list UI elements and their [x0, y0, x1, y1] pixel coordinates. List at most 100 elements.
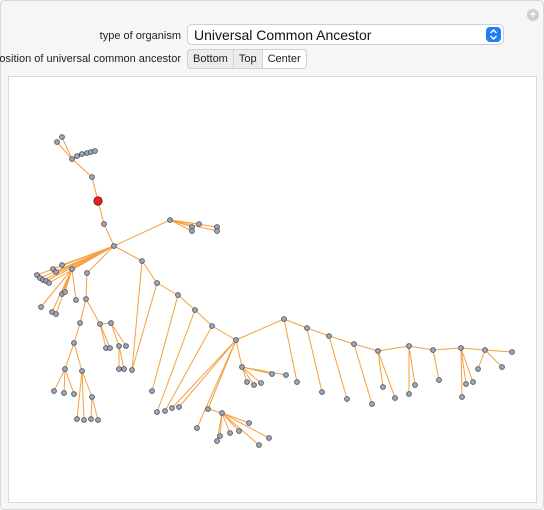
- tree-node: [251, 382, 257, 388]
- tree-edge: [194, 309, 213, 327]
- tree-node: [61, 390, 67, 396]
- tree-edge: [61, 136, 73, 160]
- tree-node: [269, 371, 275, 377]
- tree-node: [459, 394, 465, 400]
- organism-select-value: Universal Common Ancestor: [194, 27, 372, 43]
- tree-node: [281, 316, 287, 322]
- position-center-button[interactable]: Center: [262, 50, 306, 68]
- tree-node: [192, 307, 198, 313]
- tree-edge: [85, 298, 101, 325]
- tree-edge: [353, 343, 379, 352]
- tree-node: [214, 228, 220, 234]
- tree-edge: [306, 327, 330, 337]
- plus-icon[interactable]: +: [527, 9, 539, 21]
- tree-edge: [306, 327, 323, 393]
- tree-node: [74, 416, 80, 422]
- tree-node: [258, 380, 264, 386]
- tree-node: [154, 409, 160, 415]
- tree-node: [121, 366, 127, 372]
- tree-node: [319, 389, 325, 395]
- tree-node: [189, 228, 195, 234]
- tree-node: [351, 341, 357, 347]
- tree-node: [209, 323, 215, 329]
- tree-edge: [79, 298, 87, 324]
- tree-node: [123, 343, 129, 349]
- tree-node: [463, 381, 469, 387]
- tree-node: [509, 349, 515, 355]
- manipulate-panel: + type of organism Universal Common Ance…: [0, 0, 544, 510]
- tree-node: [73, 297, 79, 303]
- tree-edge: [484, 349, 503, 368]
- tree-edge: [156, 282, 179, 296]
- tree-node: [97, 321, 103, 327]
- tree-node: [266, 435, 272, 441]
- tree-node: [482, 347, 488, 353]
- organism-select[interactable]: Universal Common Ancestor: [187, 24, 504, 45]
- tree-node: [194, 425, 200, 431]
- tree-node: [69, 266, 75, 272]
- position-setter-bar: Bottom Top Center: [187, 49, 307, 69]
- tree-node: [176, 404, 182, 410]
- tree-edge: [118, 345, 125, 370]
- tree-edge: [460, 347, 474, 383]
- tree-node: [62, 366, 68, 372]
- tree-node: [214, 438, 220, 444]
- position-bottom-button[interactable]: Bottom: [188, 50, 234, 68]
- tree-edge: [110, 322, 127, 347]
- tree-edge: [477, 349, 486, 370]
- tree-edge: [178, 339, 237, 408]
- tree-node: [77, 320, 83, 326]
- tree-edge: [64, 368, 75, 395]
- tree-node: [89, 394, 95, 400]
- tree-edge: [103, 223, 115, 247]
- tree-node: [59, 262, 65, 268]
- tree-node: [84, 270, 90, 276]
- tree-edge: [64, 342, 75, 370]
- tree-node: [430, 347, 436, 353]
- tree-node: [79, 151, 85, 157]
- tree-node: [71, 340, 77, 346]
- tree-node: [92, 148, 98, 154]
- tree-edge: [207, 339, 237, 410]
- tree-node: [475, 366, 481, 372]
- phylogenetic-tree-graph: [34, 134, 515, 448]
- tree-node: [239, 364, 245, 370]
- tree-node: [175, 292, 181, 298]
- tree-node: [53, 269, 59, 275]
- tree-node: [412, 382, 418, 388]
- tree-edge: [76, 370, 83, 420]
- tree-edge: [113, 245, 143, 262]
- tree-node: [233, 337, 239, 343]
- tree-node: [69, 156, 75, 162]
- tree-node: [108, 320, 114, 326]
- tree-node: [116, 366, 122, 372]
- tree-edge: [71, 158, 93, 178]
- tree-edge: [73, 342, 83, 372]
- tree-node: [304, 325, 310, 331]
- tree-edge: [460, 347, 486, 351]
- tree-edge: [56, 141, 73, 160]
- tree-node: [256, 442, 262, 448]
- tree-node: [81, 417, 87, 423]
- tree-edge: [61, 245, 115, 266]
- tree-edge: [110, 322, 120, 347]
- tree-node: [217, 433, 223, 439]
- tree-node: [380, 384, 386, 390]
- position-top-button[interactable]: Top: [234, 50, 263, 68]
- tree-edge: [177, 294, 196, 311]
- tree-node: [246, 420, 252, 426]
- tree-node: [139, 258, 145, 264]
- tree-edge: [408, 345, 416, 386]
- tree-edge: [156, 309, 196, 413]
- tree-edge: [235, 318, 285, 341]
- tree-edge: [211, 325, 237, 341]
- tree-node: [107, 345, 113, 351]
- tree-edge: [432, 349, 440, 381]
- tree-node: [196, 221, 202, 227]
- tree-edge: [73, 322, 81, 344]
- tree-node: [88, 416, 94, 422]
- chevron-updown-icon: [486, 27, 501, 42]
- tree-edge: [328, 335, 348, 400]
- tree-edge: [377, 350, 396, 399]
- tree-edge: [241, 366, 287, 376]
